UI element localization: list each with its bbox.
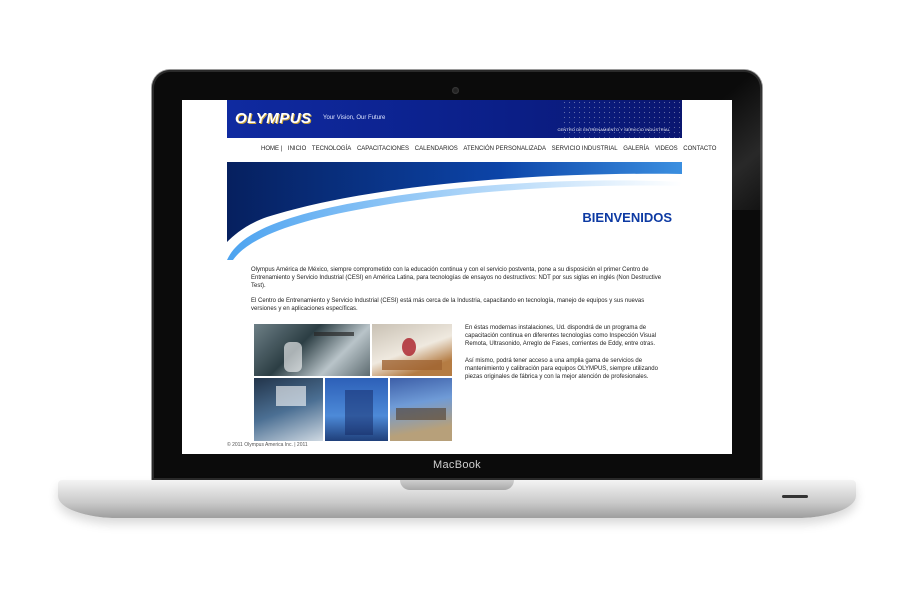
nav-servicio[interactable]: SERVICIO INDUSTRIAL (552, 146, 618, 152)
laptop-base (58, 480, 856, 518)
tagline: Your Vision, Our Future (323, 115, 386, 121)
laptop-screen: OLYMPUS Your Vision, Our Future CENTRO D… (182, 100, 732, 454)
photo-building (325, 378, 388, 441)
intro-text: Olympus América de México, siempre compr… (251, 266, 671, 320)
side-paragraph-1: En éstas modernas instalaciones, Ud. dis… (465, 325, 657, 347)
nav-atencion[interactable]: ATENCIÓN PERSONALIZADA (463, 146, 546, 152)
photo-lab (254, 324, 370, 376)
opening-notch (400, 480, 514, 490)
nav-tecnologia[interactable]: TECNOLOGÍA (312, 146, 351, 152)
camera-icon (452, 87, 459, 94)
website: OLYMPUS Your Vision, Our Future CENTRO D… (227, 100, 716, 454)
intro-paragraph-1: Olympus América de México, siempre compr… (251, 267, 662, 289)
nav-capacitaciones[interactable]: CAPACITACIONES (357, 146, 409, 152)
footer-copyright: © 2011 Olympus America Inc. | 2011 (227, 442, 308, 448)
nav-calendarios[interactable]: CALENDARIOS (415, 146, 458, 152)
laptop-lid: OLYMPUS Your Vision, Our Future CENTRO D… (152, 70, 762, 480)
power-indicator (782, 495, 808, 498)
nav-home[interactable]: HOME | (261, 146, 282, 152)
nav-videos[interactable]: VIDEOS (655, 146, 678, 152)
intro-paragraph-2: El Centro de Entrenamiento y Servicio In… (251, 298, 645, 312)
nav-inicio[interactable]: INICIO (288, 146, 306, 152)
olympus-logo[interactable]: OLYMPUS (235, 110, 312, 127)
center-label: CENTRO DE ENTRENAMIENTO Y SERVICIO INDUS… (557, 127, 670, 132)
side-text: En éstas modernas instalaciones, Ud. dis… (465, 324, 670, 390)
header-banner: OLYMPUS Your Vision, Our Future CENTRO D… (227, 100, 682, 138)
welcome-title: BIENVENIDOS (582, 210, 672, 225)
photo-collage (254, 324, 452, 441)
nav-contacto[interactable]: CONTACTO (683, 146, 716, 152)
main-nav: HOME | INICIO TECNOLOGÍA CAPACITACIONES … (261, 146, 720, 152)
photo-office (390, 378, 452, 441)
side-paragraph-2: Así mismo, podrá tener acceso a una ampl… (465, 358, 658, 380)
photo-reception (372, 324, 452, 376)
photo-classroom (254, 378, 323, 441)
macbook-label: MacBook (433, 459, 481, 471)
nav-galeria[interactable]: GALERÍA (623, 146, 649, 152)
banner-dot-pattern (562, 100, 682, 138)
